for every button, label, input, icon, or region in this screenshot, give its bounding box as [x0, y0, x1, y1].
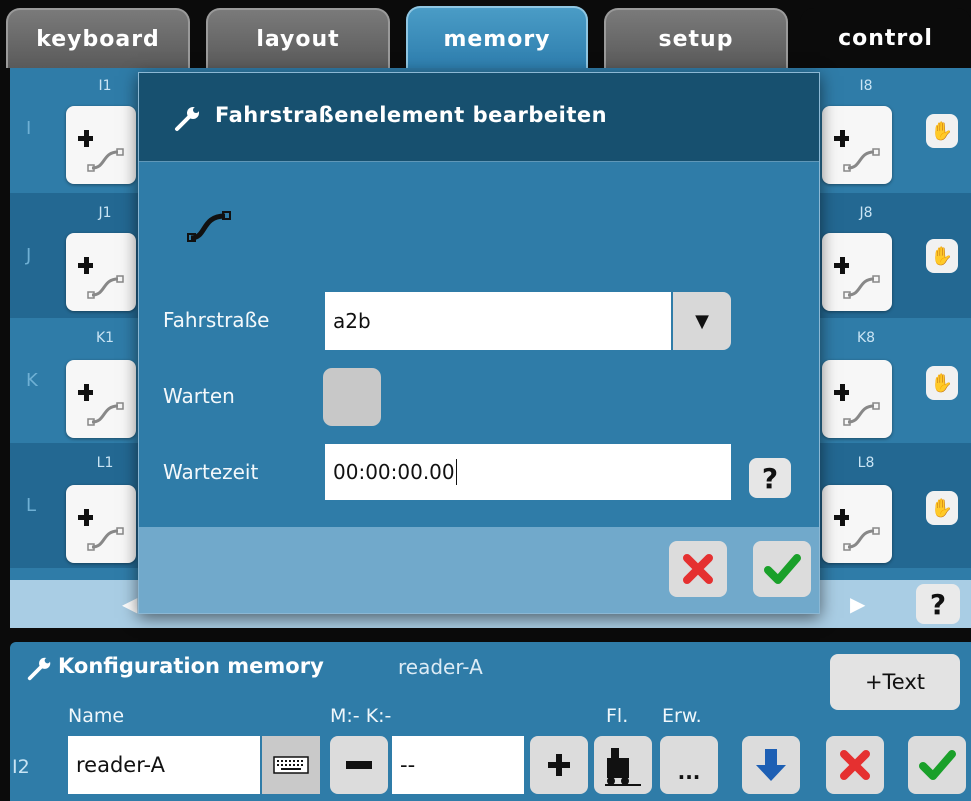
name-label: Name	[68, 705, 125, 727]
plus-icon	[548, 754, 570, 776]
waittime-input[interactable]: 00:00:00.00	[325, 444, 731, 500]
help-label: ?	[761, 461, 779, 495]
row-letter: J	[26, 245, 32, 266]
dialog-body: Fahrstraße a2b ▼ Warten Wartezeit 00:00:…	[139, 162, 819, 527]
memory-cell-j8[interactable]	[822, 233, 892, 311]
route-plus-icon	[78, 257, 124, 299]
memory-cell-l8[interactable]	[822, 485, 892, 563]
keyboard-icon	[273, 756, 309, 774]
extended-label: ...	[677, 760, 701, 784]
waittime-value: 00:00:00.00	[333, 460, 455, 484]
row-id: I2	[12, 756, 30, 778]
memory-cell-j1[interactable]	[66, 233, 136, 311]
wrench-icon	[175, 107, 199, 131]
dialog-title: Fahrstraßenelement bearbeiten	[215, 103, 608, 127]
row-letter: L	[26, 495, 37, 516]
name-input[interactable]: reader-A	[68, 736, 260, 794]
tab-control[interactable]: control	[800, 8, 971, 68]
mk-value: --	[400, 753, 416, 777]
slot-label-last: K8	[856, 330, 876, 346]
tab-setup[interactable]: setup	[604, 8, 788, 68]
memory-cell-i8[interactable]	[822, 106, 892, 184]
slot-label-last: L8	[857, 455, 875, 471]
cancel-icon	[840, 750, 870, 780]
edit-route-element-dialog: Fahrstraßenelement bearbeiten Fahrstraße…	[138, 72, 820, 614]
tab-memory[interactable]: memory	[406, 6, 588, 70]
wait-checkbox[interactable]	[323, 368, 381, 426]
help-icon[interactable]: ?	[749, 458, 791, 498]
route-plus-icon	[78, 509, 124, 551]
slot-label-last: I8	[859, 78, 873, 94]
wrench-icon	[27, 657, 51, 681]
hand-icon[interactable]: ✋	[926, 366, 958, 400]
memory-cell-k1[interactable]	[66, 360, 136, 438]
route-label: Fahrstraße	[163, 308, 270, 332]
route-icon	[187, 211, 231, 242]
route-plus-icon	[834, 130, 880, 172]
config-subtitle: reader-A	[398, 655, 483, 679]
hand-icon[interactable]: ✋	[926, 491, 958, 525]
dropdown-arrow-icon[interactable]: ▼	[673, 292, 731, 350]
fl-label: Fl.	[606, 705, 629, 727]
slot-label-first: I1	[98, 78, 112, 94]
confirm-button[interactable]	[753, 541, 811, 597]
move-down-button[interactable]	[742, 736, 800, 794]
wait-label: Warten	[163, 384, 235, 408]
down-arrow-icon	[756, 749, 786, 781]
function-button[interactable]	[594, 736, 652, 794]
minus-icon	[346, 761, 372, 769]
mk-input[interactable]: --	[392, 736, 524, 794]
plus-button[interactable]	[530, 736, 588, 794]
confirm-button[interactable]	[908, 736, 966, 794]
row-letter: K	[26, 370, 38, 391]
confirm-icon	[764, 554, 801, 584]
route-value: a2b	[333, 309, 371, 333]
hand-icon[interactable]: ✋	[926, 239, 958, 273]
tab-layout[interactable]: layout	[206, 8, 390, 68]
left-arrow-icon[interactable]: ◀	[122, 592, 137, 616]
help-button[interactable]: ?	[916, 584, 960, 624]
right-arrow-icon[interactable]: ▶	[850, 592, 865, 616]
dialog-footer	[139, 527, 819, 613]
tab-keyboard[interactable]: keyboard	[6, 8, 190, 68]
minus-button[interactable]	[330, 736, 388, 794]
cancel-button[interactable]	[669, 541, 727, 597]
name-value: reader-A	[76, 753, 165, 777]
slot-label-first: K1	[95, 330, 115, 346]
hand-icon[interactable]: ✋	[926, 114, 958, 148]
route-plus-icon	[78, 130, 124, 172]
route-select[interactable]: a2b	[325, 292, 671, 350]
add-text-button[interactable]: +Text	[830, 654, 960, 710]
route-plus-icon	[834, 257, 880, 299]
route-plus-icon	[78, 384, 124, 426]
cancel-button[interactable]	[826, 736, 884, 794]
route-plus-icon	[834, 509, 880, 551]
memory-cell-l1[interactable]	[66, 485, 136, 563]
text-cursor	[455, 459, 457, 485]
keyboard-button[interactable]	[262, 736, 320, 794]
extended-button[interactable]: ...	[660, 736, 718, 794]
tab-bar: keyboard layout memory setup control	[0, 0, 971, 70]
erw-label: Erw.	[662, 705, 702, 727]
cancel-icon	[683, 554, 713, 584]
config-title: Konfiguration memory	[58, 654, 324, 678]
waittime-label: Wartezeit	[163, 460, 259, 484]
memory-cell-i1[interactable]	[66, 106, 136, 184]
slot-label-first: L1	[96, 455, 114, 471]
slot-label-last: J8	[859, 205, 873, 221]
row-letter: I	[26, 118, 32, 139]
memory-cell-k8[interactable]	[822, 360, 892, 438]
loco-icon	[605, 748, 641, 786]
route-plus-icon	[834, 384, 880, 426]
dialog-header: Fahrstraßenelement bearbeiten	[139, 73, 819, 162]
config-panel: Konfiguration memory reader-A +Text Name…	[10, 642, 971, 801]
confirm-icon	[919, 750, 956, 780]
slot-label-first: J1	[98, 205, 112, 221]
mk-label: M:- K:-	[330, 705, 392, 727]
